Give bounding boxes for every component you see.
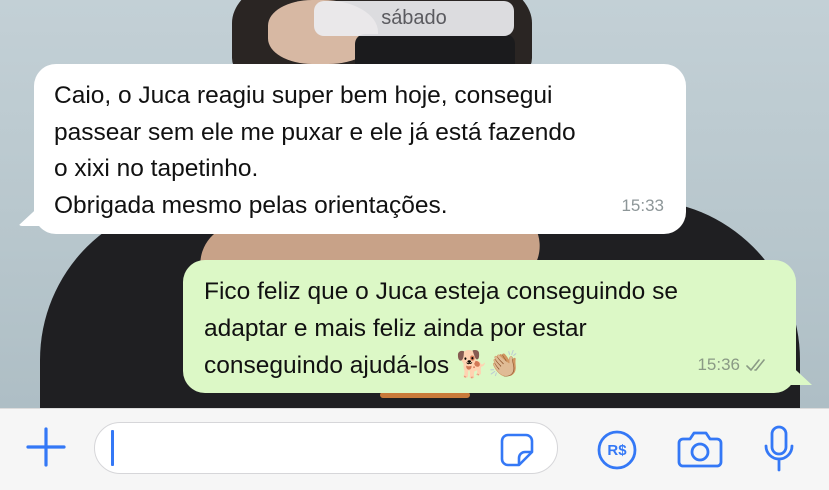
- camera-icon: [677, 431, 723, 468]
- message-text-line: Obrigada mesmo pelas orientações.: [54, 191, 448, 219]
- message-text-line: Fico feliz que o Juca esteja conseguindo…: [204, 278, 678, 305]
- dog-clapping-emoji: 🐕👏🏼: [456, 350, 521, 380]
- payment-currency-label: R$: [607, 441, 627, 459]
- message-input[interactable]: [94, 422, 558, 474]
- sticker-button[interactable]: [495, 428, 539, 472]
- date-divider: sábado: [314, 1, 514, 36]
- microphone-button[interactable]: [759, 424, 799, 474]
- message-timestamp: 15:33: [621, 195, 664, 215]
- message-bubble-incoming[interactable]: Caio, o Juca reagiu super bem hoje, cons…: [18, 64, 686, 234]
- payment-button[interactable]: R$: [595, 428, 639, 472]
- message-text-line: passear sem ele me puxar e ele já está f…: [54, 118, 576, 146]
- message-timestamp: 15:36: [697, 354, 740, 374]
- date-divider-label: sábado: [381, 7, 447, 29]
- microphone-icon: [764, 425, 794, 472]
- message-bubble-outgoing[interactable]: Fico feliz que o Juca esteja conseguindo…: [183, 260, 812, 393]
- message-text: conseguindo ajudá-los: [204, 352, 450, 379]
- message-meta: 15:33: [621, 188, 664, 225]
- message-text-line: adaptar e mais feliz ainda por estar: [204, 314, 587, 342]
- message-text-line: Caio, o Juca reagiu super bem hoje, cons…: [54, 82, 553, 109]
- read-receipt-double-check-icon: [746, 358, 765, 371]
- attach-plus-button[interactable]: [24, 425, 68, 469]
- camera-button[interactable]: [676, 427, 724, 471]
- message-text-line-with-emoji: conseguindo ajudá-los 🐕👏🏼: [204, 347, 778, 385]
- plus-icon: [26, 427, 66, 467]
- message-text-line: o xixi no tapetinho.: [54, 155, 259, 182]
- sticker-icon: [500, 433, 534, 467]
- message-meta: 15:36: [697, 347, 772, 384]
- text-cursor: [111, 430, 114, 466]
